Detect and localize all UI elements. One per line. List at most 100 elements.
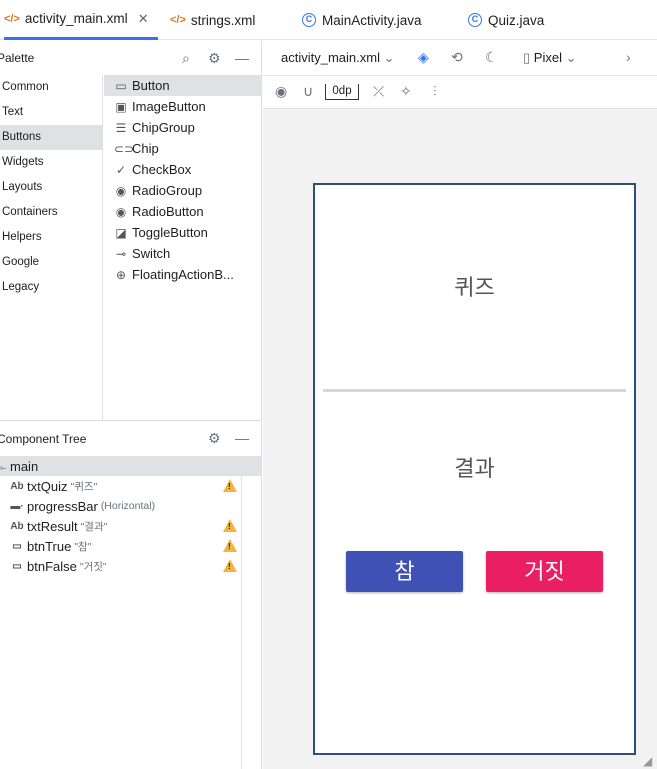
tree-node-btntrue[interactable]: ▭ btnTrue "참" ! [0, 536, 262, 556]
category-legacy[interactable]: Legacy [0, 275, 102, 300]
tab-strings[interactable]: </> strings.xml [170, 0, 255, 40]
palette-item-radiogroup[interactable]: ◉ RadioGroup [104, 180, 262, 201]
editor-toolbar-bottom: ◉ ∪ 0dp ⤫ ✧ ⫶ [263, 76, 657, 109]
clear-constraints-icon[interactable]: ⤫ [373, 83, 384, 100]
palette-item-button[interactable]: ▭ Button [104, 75, 262, 96]
java-class-icon: C [468, 13, 482, 27]
tree-node-btnfalse[interactable]: ▭ btnFalse "거짓" ! [0, 556, 262, 576]
tab-label: strings.xml [190, 12, 256, 28]
device-label: Pixel [533, 50, 562, 65]
minimize-icon[interactable]: — [235, 50, 249, 66]
tab-activity-main[interactable]: </> activity_main.xml ✕ [4, 0, 158, 40]
category-text[interactable]: Text [0, 100, 102, 125]
tree-node-hint: "결과" [80, 520, 108, 533]
warning-icon[interactable]: ! [223, 559, 237, 572]
progressbar-icon: ▬· [10, 500, 24, 512]
warning-icon[interactable]: ! [223, 539, 237, 552]
palette-item-togglebutton[interactable]: ◪ ToggleButton [104, 222, 262, 243]
item-label: RadioGroup [132, 183, 203, 198]
checkbox-icon: ✓ [115, 162, 127, 177]
close-icon[interactable]: ✕ [138, 11, 149, 27]
tree-node-main[interactable]: ⟜ main [0, 456, 262, 476]
tree-node-label: btnTrue [27, 538, 72, 554]
category-widgets[interactable]: Widgets [0, 150, 102, 175]
item-label: FloatingActionB... [132, 267, 234, 282]
tree-node-txtquiz[interactable]: Ab txtQuiz "퀴즈" ! [0, 476, 262, 496]
category-buttons[interactable]: Buttons [0, 125, 102, 150]
item-label: ImageButton [132, 99, 206, 114]
warning-icon[interactable]: ! [223, 519, 237, 532]
textview-icon: Ab [10, 520, 24, 532]
textview-icon: Ab [10, 480, 24, 492]
palette-item-switch[interactable]: ⊸ Switch [104, 243, 262, 264]
eye-icon[interactable]: ◉ [275, 83, 287, 100]
chip-icon: ⊂⊃ [114, 141, 135, 156]
item-label: ChipGroup [132, 120, 195, 135]
constraint-layout-icon: ⟜ [0, 463, 7, 472]
true-button[interactable]: 참 [346, 551, 463, 592]
tree-node-hint: "거짓" [79, 560, 107, 573]
resize-handle-icon[interactable]: ◢ [643, 754, 652, 768]
palette-item-chip[interactable]: ⊂⊃ Chip [104, 138, 262, 159]
result-textview[interactable]: 결과 [315, 451, 634, 483]
item-label: ToggleButton [132, 225, 208, 240]
radio-button-icon: ◉ [115, 204, 127, 219]
search-icon[interactable]: ⌕ [182, 50, 190, 67]
tree-node-hint: "참" [74, 540, 92, 553]
category-common[interactable]: Common [0, 75, 102, 100]
gear-icon[interactable]: ⚙ [208, 430, 221, 447]
fab-icon: ⊕ [115, 267, 127, 282]
tab-quiz-java[interactable]: C Quiz.java [468, 0, 544, 40]
layers-icon[interactable]: ◈ [418, 49, 429, 66]
guidelines-icon[interactable]: ⫶ [433, 83, 437, 100]
night-mode-icon[interactable]: ☾ [485, 49, 498, 66]
chevron-down-icon: ⌄ [565, 50, 577, 65]
item-label: Chip [132, 141, 159, 156]
tree-node-hint: (Horizontal) [100, 500, 156, 512]
minimize-icon[interactable]: — [235, 430, 249, 446]
component-tree-title: Component Tree [0, 431, 87, 446]
orientation-icon[interactable]: ⟲ [451, 49, 463, 66]
category-google[interactable]: Google [0, 250, 102, 275]
default-margin-selector[interactable]: 0dp [325, 84, 359, 100]
warning-icon[interactable]: ! [223, 479, 237, 492]
category-layouts[interactable]: Layouts [0, 175, 102, 200]
editor-toolbar-top: activity_main.xml ⌄ ◈ ⟲ ☾ ▯ Pixel ⌄ › [263, 41, 657, 76]
palette-item-radiobutton[interactable]: ◉ RadioButton [104, 201, 262, 222]
palette-item-imagebutton[interactable]: ▣ ImageButton [104, 96, 262, 117]
magnet-icon[interactable]: ∪ [303, 83, 313, 100]
palette-item-fab[interactable]: ⊕ FloatingActionB... [104, 264, 262, 285]
palette-item-chipgroup[interactable]: ☰ ChipGroup [104, 117, 262, 138]
component-tree-header: Component Tree ⚙ — [0, 420, 262, 456]
item-label: CheckBox [132, 162, 192, 177]
item-label: Button [132, 78, 170, 93]
tab-label: MainActivity.java [322, 12, 422, 28]
radio-group-icon: ◉ [115, 183, 127, 198]
false-button[interactable]: 거짓 [486, 551, 603, 592]
tree-node-label: txtQuiz [27, 478, 68, 494]
tree-node-hint: "퀴즈" [70, 480, 98, 493]
chevron-down-icon: ⌄ [383, 50, 395, 65]
tree-node-label: main [10, 458, 39, 474]
category-helpers[interactable]: Helpers [0, 225, 102, 250]
switch-icon: ⊸ [115, 246, 127, 261]
device-selector[interactable]: ▯ Pixel ⌄ [523, 50, 577, 66]
tree-node-progressbar[interactable]: ▬· progressBar (Horizontal) [0, 496, 262, 516]
chevron-right-icon[interactable]: › [626, 49, 631, 65]
gear-icon[interactable]: ⚙ [208, 50, 221, 67]
tab-label: activity_main.xml [24, 11, 128, 26]
progress-bar[interactable] [323, 389, 626, 392]
toggle-button-icon: ◪ [115, 225, 127, 240]
file-selector[interactable]: activity_main.xml ⌄ [281, 50, 395, 66]
java-class-icon: C [302, 13, 316, 27]
palette-item-checkbox[interactable]: ✓ CheckBox [104, 159, 262, 180]
tree-node-txtresult[interactable]: Ab txtResult "결과" ! [0, 516, 262, 536]
category-containers[interactable]: Containers [0, 200, 102, 225]
xml-icon: </> [4, 12, 20, 25]
tree-node-label: txtResult [27, 518, 78, 534]
item-label: Switch [132, 246, 171, 261]
item-label: RadioButton [132, 204, 204, 219]
quiz-textview[interactable]: 퀴즈 [315, 270, 634, 302]
tab-main-activity[interactable]: C MainActivity.java [302, 0, 422, 40]
infer-constraints-icon[interactable]: ✧ [400, 83, 412, 100]
